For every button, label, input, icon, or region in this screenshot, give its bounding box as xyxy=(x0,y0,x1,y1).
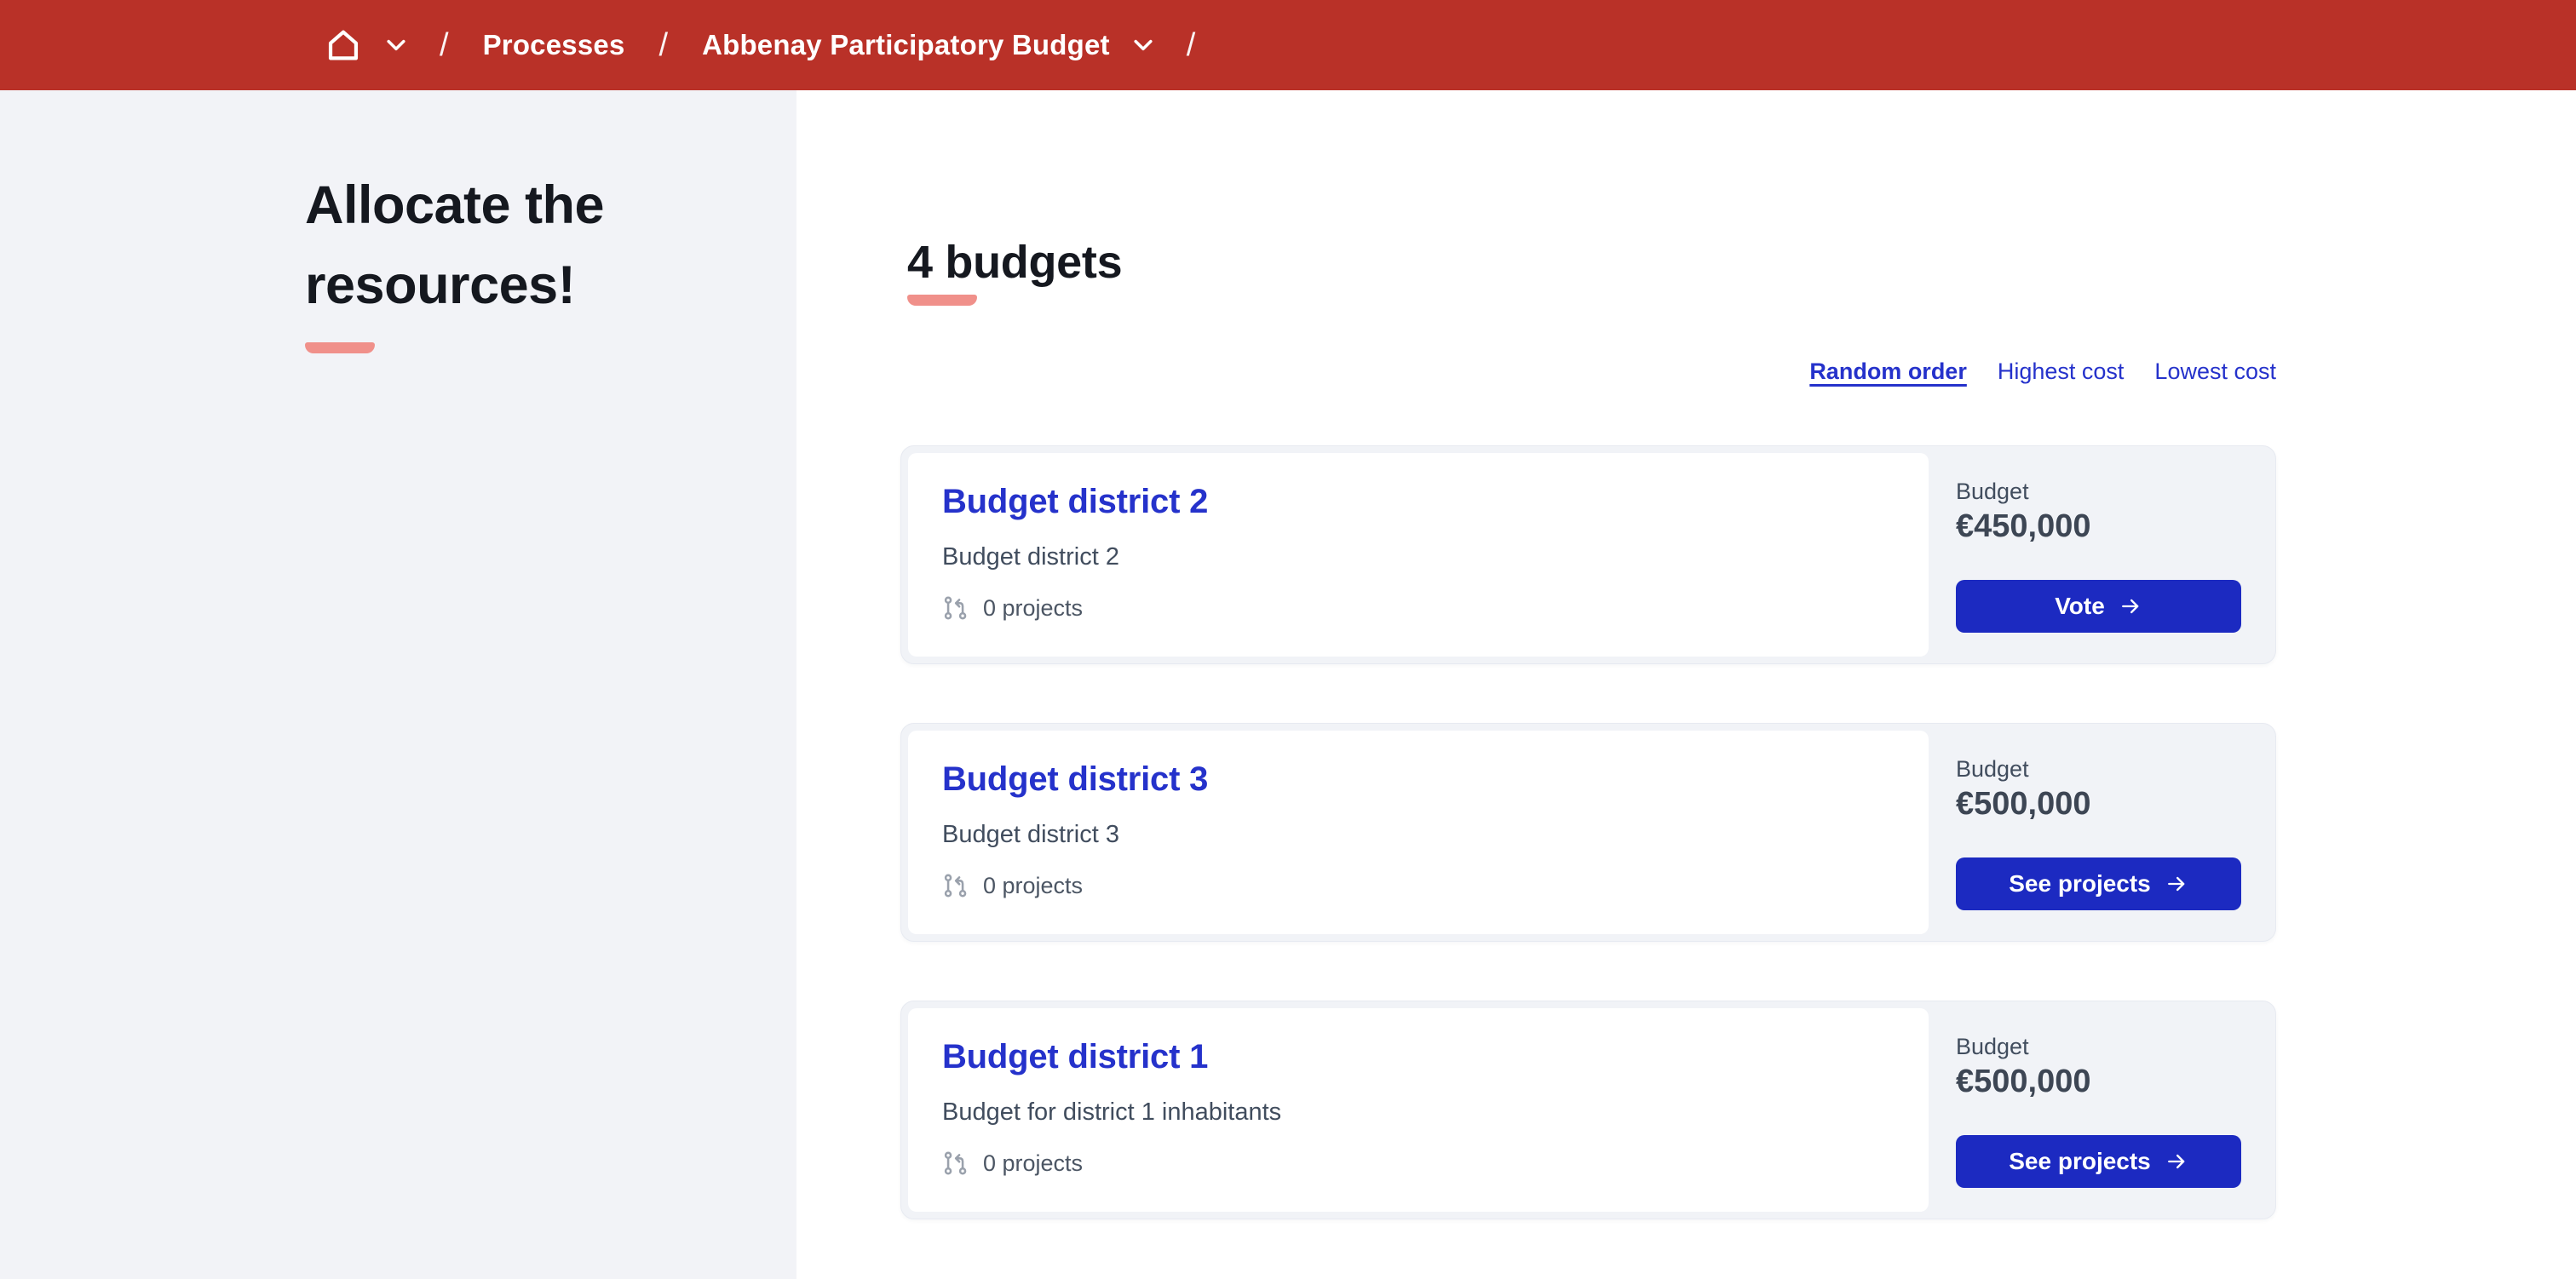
main-content: 4 budgets Random order Highest cost Lowe… xyxy=(796,90,2576,1279)
budget-card: Budget district 2 Budget district 2 0 pr… xyxy=(900,445,2276,664)
budget-label: Budget xyxy=(1956,755,2029,782)
projects-icon xyxy=(942,594,971,622)
home-dropdown-chevron-icon[interactable] xyxy=(387,39,405,51)
see-projects-button[interactable]: See projects xyxy=(1956,1134,2241,1188)
budget-card: Budget district 1 Budget for district 1 … xyxy=(900,1001,2276,1219)
budget-description: Budget district 2 xyxy=(942,543,1119,571)
budgets-count-heading: 4 budgets xyxy=(907,237,1123,288)
breadcrumb-separator: / xyxy=(658,26,669,63)
budget-card-aside: Budget €450,000 Vote xyxy=(1929,453,2268,657)
home-icon[interactable] xyxy=(324,26,363,65)
projects-count-label: 0 projects xyxy=(983,1150,1084,1176)
projects-count: 0 projects xyxy=(942,871,1895,900)
see-projects-button-label: See projects xyxy=(2009,869,2151,897)
breadcrumb-item-process[interactable]: Abbenay Participatory Budget xyxy=(702,29,1110,61)
budget-amount: €450,000 xyxy=(1956,508,2091,544)
sort-highest-cost-link[interactable]: Highest cost xyxy=(1998,358,2125,385)
title-accent-bar xyxy=(305,342,375,353)
budget-label: Budget xyxy=(1956,478,2029,504)
vote-button-label: Vote xyxy=(2055,592,2105,619)
projects-count-label: 0 projects xyxy=(983,594,1084,621)
see-projects-button-label: See projects xyxy=(2009,1147,2151,1174)
projects-icon xyxy=(942,871,971,900)
heading-accent-bar xyxy=(907,295,977,306)
projects-count: 0 projects xyxy=(942,594,1895,622)
top-navbar: / Processes / Abbenay Participatory Budg… xyxy=(0,0,2576,90)
budget-amount: €500,000 xyxy=(1956,1063,2091,1099)
budget-card-aside: Budget €500,000 See projects xyxy=(1929,1008,2268,1212)
budget-title-link[interactable]: Budget district 3 xyxy=(942,759,1208,800)
budget-card-body: Budget district 1 Budget for district 1 … xyxy=(908,1008,1929,1212)
budget-card-body: Budget district 3 Budget district 3 0 pr… xyxy=(908,731,1929,934)
budget-card: Budget district 3 Budget district 3 0 pr… xyxy=(900,723,2276,942)
budget-description: Budget district 3 xyxy=(942,821,1119,848)
page-title: Allocate the resources! xyxy=(305,175,605,315)
vote-button[interactable]: Vote xyxy=(1956,579,2241,633)
budget-card-aside: Budget €500,000 See projects xyxy=(1929,731,2268,934)
see-projects-button[interactable]: See projects xyxy=(1956,857,2241,910)
budget-amount: €500,000 xyxy=(1956,785,2091,822)
breadcrumb-separator: / xyxy=(1186,26,1196,63)
sidebar: Allocate the resources! xyxy=(0,90,796,1279)
budget-title-link[interactable]: Budget district 1 xyxy=(942,1036,1208,1077)
projects-count: 0 projects xyxy=(942,1149,1895,1178)
projects-icon xyxy=(942,1149,971,1178)
arrow-right-icon xyxy=(2167,1154,2185,1168)
sort-random-order-link[interactable]: Random order xyxy=(1809,358,1967,385)
projects-count-label: 0 projects xyxy=(983,872,1084,898)
breadcrumb-item-processes[interactable]: Processes xyxy=(483,29,625,61)
sort-options: Random order Highest cost Lowest cost xyxy=(900,358,2276,385)
budget-card-list: Budget district 2 Budget district 2 0 pr… xyxy=(900,445,2276,1219)
budget-title-link[interactable]: Budget district 2 xyxy=(942,481,1208,522)
breadcrumb-separator: / xyxy=(440,26,449,63)
arrow-right-icon xyxy=(2121,599,2139,613)
sort-lowest-cost-link[interactable]: Lowest cost xyxy=(2154,358,2276,385)
arrow-right-icon xyxy=(2167,876,2185,891)
budget-description: Budget for district 1 inhabitants xyxy=(942,1098,1282,1126)
budget-label: Budget xyxy=(1956,1033,2029,1059)
budget-card-body: Budget district 2 Budget district 2 0 pr… xyxy=(908,453,1929,657)
process-dropdown-chevron-icon[interactable] xyxy=(1134,39,1153,51)
breadcrumb: / Processes / Abbenay Participatory Budg… xyxy=(324,26,1207,65)
